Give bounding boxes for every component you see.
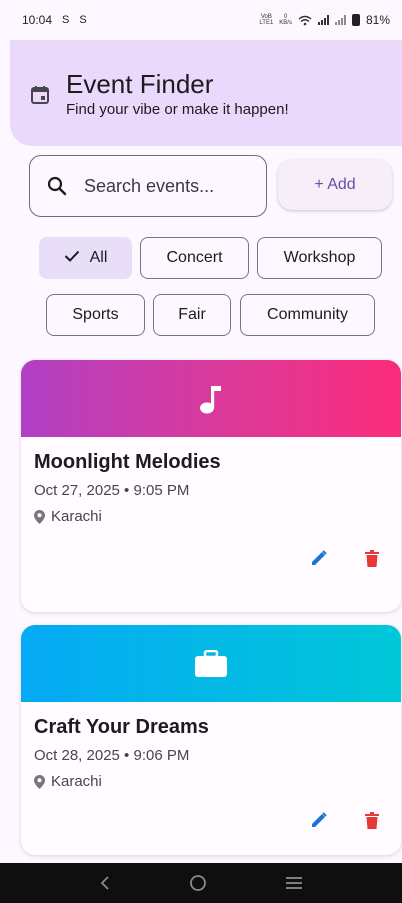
event-card-body: Craft Your Dreams Oct 28, 2025 • 9:06 PM… — [21, 702, 401, 855]
filter-chip-all[interactable]: All — [39, 237, 132, 279]
filter-chip-label: Community — [267, 306, 348, 323]
briefcase-icon — [195, 649, 227, 677]
event-location: Karachi — [34, 773, 388, 790]
check-icon — [64, 249, 80, 267]
event-card[interactable]: Moonlight Melodies Oct 27, 2025 • 9:05 P… — [21, 360, 401, 612]
recents-menu-icon[interactable] — [285, 876, 303, 890]
data-speed-icon: 0 KB/s — [279, 14, 292, 26]
event-datetime: Oct 28, 2025 • 9:06 PM — [34, 747, 190, 764]
add-button-label: + Add — [314, 176, 356, 193]
battery-percent: 81% — [365, 13, 390, 27]
home-icon[interactable] — [189, 874, 207, 892]
notification-icon: S — [79, 14, 87, 26]
event-location-text: Karachi — [51, 508, 102, 525]
event-banner — [21, 625, 401, 702]
search-icon — [47, 176, 67, 196]
filter-chip-concert[interactable]: Concert — [140, 237, 249, 279]
event-title: Moonlight Melodies — [34, 451, 221, 473]
music-note-icon — [200, 385, 221, 413]
volte-icon: VoB LTE1 — [259, 14, 274, 26]
filter-chip-label: All — [89, 249, 108, 266]
battery-icon — [351, 14, 360, 26]
system-nav-bar — [0, 863, 402, 903]
event-datetime: Oct 27, 2025 • 9:05 PM — [34, 482, 190, 499]
event-location-text: Karachi — [51, 773, 102, 790]
event-card[interactable]: Craft Your Dreams Oct 28, 2025 • 9:06 PM… — [21, 625, 401, 855]
status-time: 10:04 — [22, 13, 53, 27]
signal-icon-2 — [334, 15, 346, 25]
event-location: Karachi — [34, 508, 388, 525]
status-bar: 10:04 S S VoB LTE1 0 KB/s 81% — [0, 0, 402, 40]
search-field[interactable] — [29, 155, 267, 217]
filter-chip-sports[interactable]: Sports — [46, 294, 145, 336]
location-pin-icon — [34, 509, 45, 524]
event-card-body: Moonlight Melodies Oct 27, 2025 • 9:05 P… — [21, 437, 401, 612]
app-subtitle: Find your vibe or make it happen! — [66, 100, 289, 118]
filter-chip-label: Workshop — [283, 249, 356, 266]
edit-icon[interactable] — [311, 812, 327, 828]
search-input[interactable] — [84, 175, 254, 197]
event-actions — [311, 550, 379, 567]
filter-chip-label: Fair — [178, 306, 206, 323]
add-event-button[interactable]: + Add — [278, 160, 392, 210]
filter-chip-label: Concert — [166, 249, 223, 266]
delete-icon[interactable] — [365, 812, 379, 829]
back-icon[interactable] — [99, 875, 111, 891]
signal-icon — [317, 15, 329, 25]
event-banner — [21, 360, 401, 437]
delete-icon[interactable] — [365, 550, 379, 567]
event-title: Craft Your Dreams — [34, 716, 209, 738]
app-header: Event Finder Find your vibe or make it h… — [10, 40, 402, 146]
wifi-icon — [298, 15, 312, 25]
edit-icon[interactable] — [311, 550, 327, 566]
event-actions — [311, 812, 379, 829]
app-title: Event Finder — [66, 68, 214, 99]
filter-chip-fair[interactable]: Fair — [153, 294, 231, 336]
filter-chip-workshop[interactable]: Workshop — [257, 237, 382, 279]
calendar-icon — [31, 86, 49, 104]
filter-chip-label: Sports — [72, 306, 119, 323]
filter-chip-community[interactable]: Community — [240, 294, 375, 336]
location-pin-icon — [34, 774, 45, 789]
notification-icon: S — [62, 14, 70, 26]
